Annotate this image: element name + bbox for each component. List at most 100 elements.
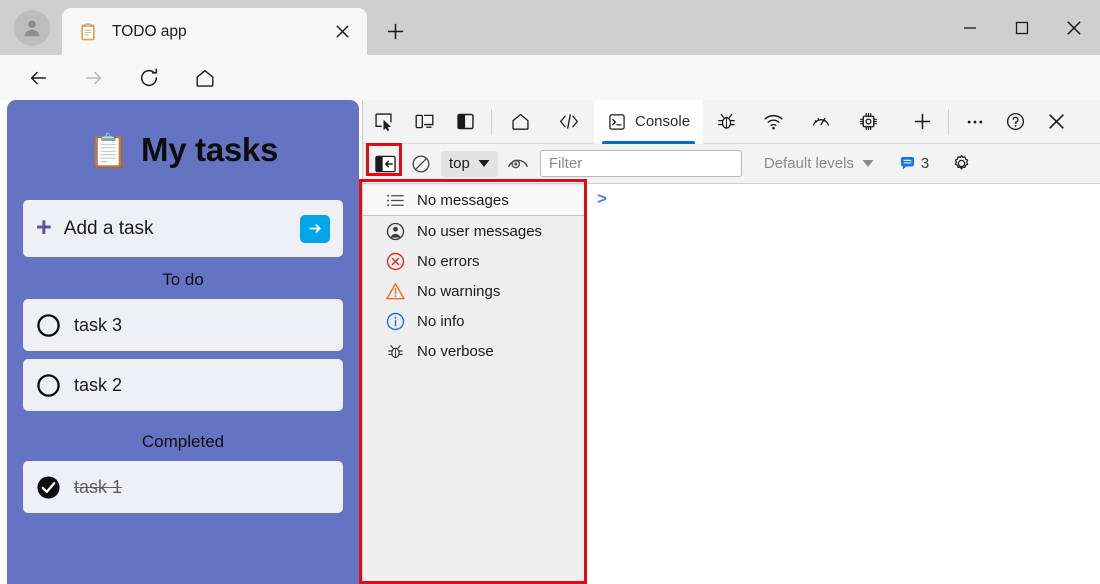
performance-gauge-icon bbox=[810, 111, 832, 132]
checkbox-checked-icon[interactable] bbox=[36, 475, 61, 500]
home-icon bbox=[194, 67, 216, 89]
sources-bug-icon bbox=[716, 111, 737, 132]
console-body: No messages No user messages bbox=[363, 184, 1100, 584]
eye-live-expression-icon bbox=[507, 155, 529, 172]
sidebar-item-no-user-messages[interactable]: No user messages bbox=[363, 216, 586, 246]
console-sidebar: No messages No user messages bbox=[363, 184, 587, 584]
dock-side-icon bbox=[455, 111, 476, 132]
browser-tab[interactable]: TODO app bbox=[62, 8, 367, 55]
task-item[interactable]: task 1 bbox=[23, 461, 343, 513]
toolbar-divider bbox=[491, 109, 492, 135]
close-tab-icon[interactable] bbox=[329, 19, 355, 45]
sidebar-item-label: No verbose bbox=[417, 343, 494, 360]
sidebar-item-no-verbose[interactable]: No verbose bbox=[363, 336, 586, 366]
devtools-tab-performance[interactable] bbox=[797, 100, 845, 144]
message-count-badge[interactable]: 3 bbox=[900, 155, 929, 172]
chevron-down-icon bbox=[478, 159, 490, 168]
sidebar-item-no-errors[interactable]: No errors bbox=[363, 246, 586, 276]
clear-console-button[interactable] bbox=[405, 150, 437, 178]
new-tab-button[interactable] bbox=[380, 16, 410, 46]
refresh-button[interactable] bbox=[133, 62, 165, 94]
maximize-icon bbox=[1014, 20, 1030, 36]
title-bar: TODO app bbox=[0, 0, 1100, 55]
sidebar-item-no-info[interactable]: No info bbox=[363, 306, 586, 336]
execution-context-select[interactable]: top bbox=[441, 151, 498, 177]
back-arrow-icon bbox=[27, 67, 49, 89]
sidebar-item-label: No user messages bbox=[417, 223, 542, 240]
log-levels-select[interactable]: Default levels bbox=[764, 155, 874, 172]
live-expression-button[interactable] bbox=[502, 150, 534, 178]
sidebar-item-no-warnings[interactable]: No warnings bbox=[363, 276, 586, 306]
memory-chip-icon bbox=[858, 111, 879, 132]
clear-console-icon bbox=[411, 154, 431, 174]
add-task-submit-button[interactable] bbox=[300, 215, 330, 243]
user-icon bbox=[385, 221, 405, 241]
checkbox-unchecked-icon[interactable] bbox=[36, 373, 61, 398]
task-item[interactable]: task 2 bbox=[23, 359, 343, 411]
device-emulation-button[interactable] bbox=[404, 100, 445, 144]
task-label: task 1 bbox=[74, 477, 122, 498]
todo-header: 📋 My tasks bbox=[23, 100, 343, 200]
verbose-bug-icon bbox=[385, 341, 405, 361]
console-settings-button[interactable] bbox=[945, 150, 977, 178]
chevron-down-icon bbox=[862, 159, 874, 168]
account-avatar-icon bbox=[21, 17, 43, 39]
devtools-tab-elements[interactable] bbox=[544, 100, 594, 144]
section-label-completed: Completed bbox=[23, 419, 343, 461]
add-task-input[interactable]: + Add a task bbox=[23, 200, 343, 257]
console-terminal-icon bbox=[607, 112, 627, 132]
window-controls bbox=[944, 0, 1100, 55]
devtools-tab-console[interactable]: Console bbox=[594, 100, 703, 144]
devtools-help-button[interactable] bbox=[995, 100, 1036, 144]
close-window-button[interactable] bbox=[1048, 0, 1100, 55]
forward-button[interactable] bbox=[78, 62, 110, 94]
console-prompt-chevron-icon: > bbox=[597, 189, 607, 209]
section-label-todo: To do bbox=[23, 257, 343, 299]
profile-avatar[interactable] bbox=[14, 10, 50, 46]
task-label: task 3 bbox=[74, 315, 122, 336]
devtools-more-options-button[interactable] bbox=[954, 100, 995, 144]
devtools-tab-sources[interactable] bbox=[703, 100, 750, 144]
close-devtools-button[interactable] bbox=[1036, 100, 1077, 144]
message-count-value: 3 bbox=[921, 155, 929, 172]
close-icon bbox=[1065, 19, 1083, 37]
inspect-element-button[interactable] bbox=[363, 100, 404, 144]
sidebar-item-no-messages[interactable]: No messages bbox=[363, 186, 586, 216]
console-prompt-row[interactable]: > bbox=[587, 184, 1100, 210]
clipboard-icon bbox=[78, 22, 98, 42]
submit-arrow-icon bbox=[307, 220, 324, 237]
console-filter-input[interactable]: Filter bbox=[540, 150, 742, 177]
console-output-area[interactable]: > bbox=[587, 184, 1100, 584]
devtools-tab-memory[interactable] bbox=[845, 100, 892, 144]
home-button[interactable] bbox=[189, 62, 221, 94]
todo-app: 📋 My tasks + Add a task To do task 3 bbox=[7, 100, 359, 584]
inspect-element-icon bbox=[373, 111, 394, 132]
maximize-button[interactable] bbox=[996, 0, 1048, 55]
minimize-icon bbox=[962, 20, 978, 36]
help-icon bbox=[1005, 111, 1026, 132]
warning-triangle-icon bbox=[385, 281, 405, 301]
sidebar-item-label: No info bbox=[417, 313, 465, 330]
more-tools-button[interactable] bbox=[902, 100, 943, 144]
task-item[interactable]: task 3 bbox=[23, 299, 343, 351]
new-tab-icon bbox=[386, 22, 405, 41]
devtools-tab-welcome[interactable] bbox=[497, 100, 544, 144]
devtools-tab-bar: Console bbox=[363, 100, 1100, 144]
dock-side-button[interactable] bbox=[445, 100, 486, 144]
error-circle-icon bbox=[385, 251, 405, 271]
browser-window: TODO app bbox=[0, 0, 1100, 584]
task-label: task 2 bbox=[74, 375, 122, 396]
checkbox-unchecked-icon[interactable] bbox=[36, 313, 61, 338]
console-sidebar-toggle-button[interactable] bbox=[369, 150, 401, 178]
more-tools-plus-icon bbox=[912, 111, 933, 132]
more-options-icon bbox=[965, 112, 985, 132]
clipboard-emoji-icon: 📋 bbox=[88, 134, 129, 167]
devtools-tab-network[interactable] bbox=[750, 100, 797, 144]
back-button[interactable] bbox=[22, 62, 54, 94]
gear-icon bbox=[951, 153, 972, 174]
browser-toolbar: https://microsoftedge.github.io/Demos/de… bbox=[0, 55, 1100, 100]
minimize-button[interactable] bbox=[944, 0, 996, 55]
devtools-tab-label: Console bbox=[635, 113, 690, 130]
log-levels-value: Default levels bbox=[764, 155, 854, 172]
forward-arrow-icon bbox=[83, 67, 105, 89]
